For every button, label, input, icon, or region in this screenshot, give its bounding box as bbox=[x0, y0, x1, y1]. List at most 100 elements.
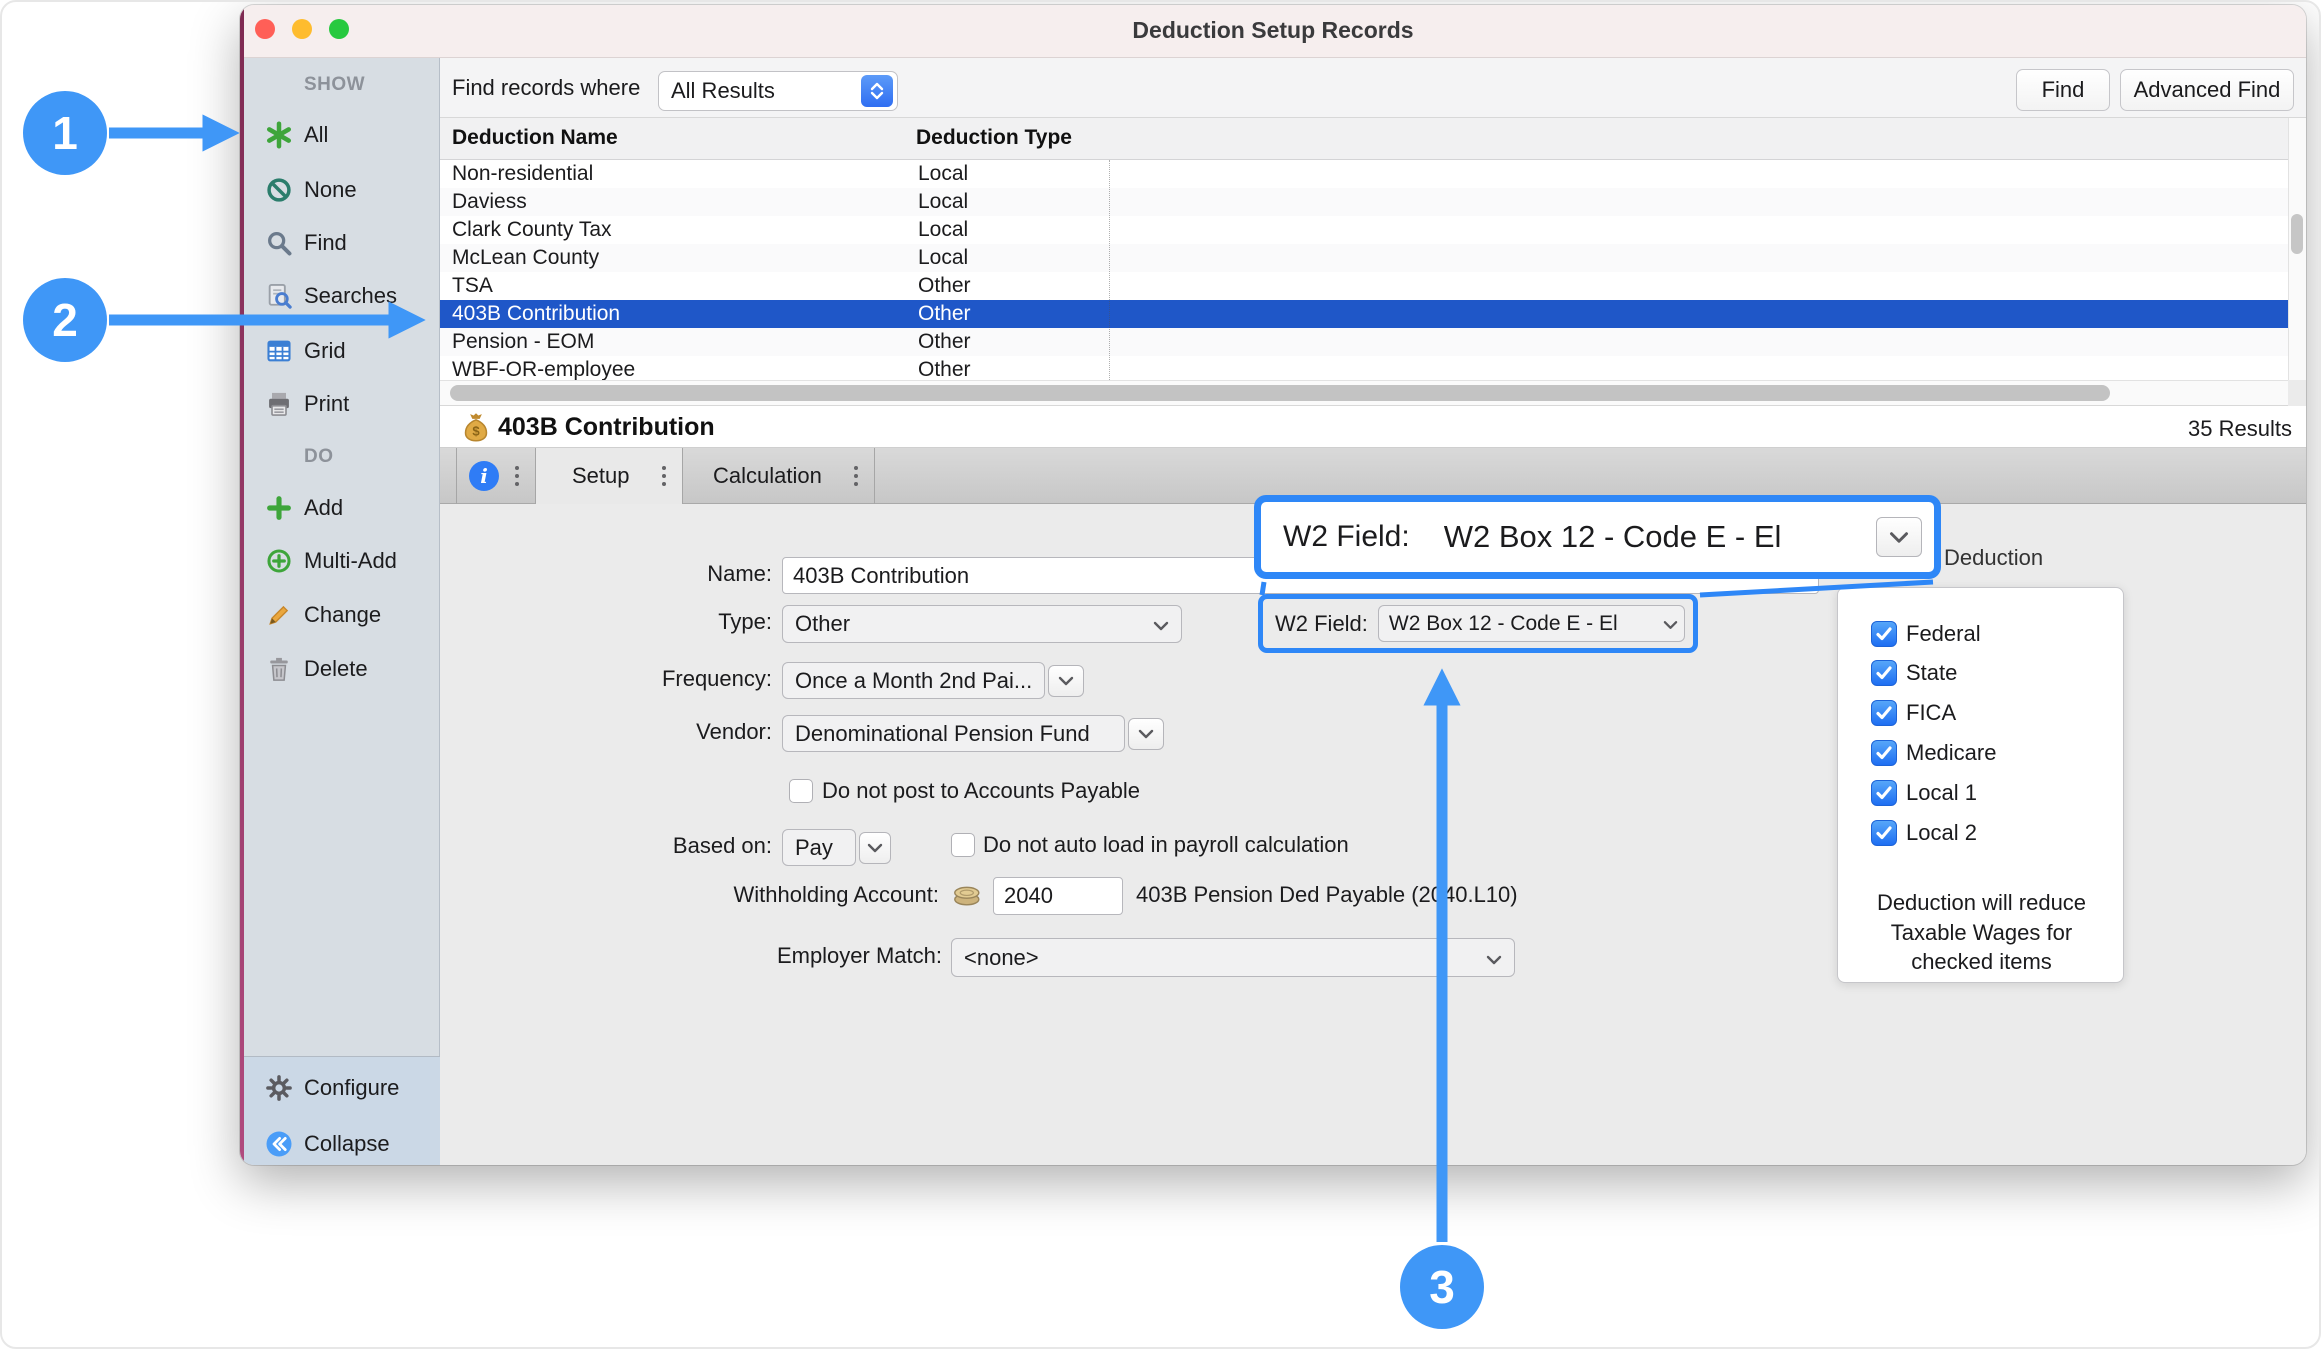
cell-deduction-name: McLean County bbox=[452, 244, 599, 272]
circle-slash-icon bbox=[262, 176, 296, 204]
tab-setup[interactable]: Setup bbox=[536, 448, 683, 504]
tax-item-label: FICA bbox=[1906, 700, 1956, 726]
window-title: Deduction Setup Records bbox=[240, 17, 2306, 44]
vertical-scrollbar-thumb[interactable] bbox=[2291, 214, 2303, 254]
sidebar-item-none[interactable]: None bbox=[240, 170, 440, 210]
checked-checkbox-icon[interactable] bbox=[1871, 621, 1897, 647]
tax-item-fica[interactable]: FICA bbox=[1871, 700, 1956, 726]
based-on-value: Pay bbox=[795, 835, 843, 861]
checked-checkbox-icon[interactable] bbox=[1871, 740, 1897, 766]
sidebar-item-grid[interactable]: Grid bbox=[240, 331, 440, 371]
tab-calculation-label: Calculation bbox=[713, 463, 822, 489]
find-button[interactable]: Find bbox=[2016, 69, 2110, 111]
sidebar-item-configure[interactable]: Configure bbox=[240, 1068, 440, 1108]
cell-deduction-type: Other bbox=[918, 300, 971, 328]
sidebar-item-label: Print bbox=[304, 391, 349, 417]
table-row[interactable]: TSAOther bbox=[440, 272, 2288, 300]
cell-deduction-name: 403B Contribution bbox=[452, 300, 620, 328]
based-on-label: Based on: bbox=[532, 833, 772, 859]
table-row[interactable]: WBF-OR-employeeOther bbox=[440, 356, 2288, 380]
table-row[interactable]: Pension - EOM Other bbox=[440, 328, 2288, 356]
tax-item-label: Local 2 bbox=[1906, 820, 1977, 846]
w2-field-highlight: W2 Field: W2 Box 12 - Code E - El bbox=[1258, 594, 1698, 653]
type-dropdown[interactable]: Other bbox=[782, 605, 1182, 643]
vendor-chevron-button[interactable] bbox=[1128, 718, 1164, 750]
chevron-down-icon bbox=[1663, 612, 1678, 636]
segment-menu-dots-icon[interactable] bbox=[662, 474, 666, 478]
cell-deduction-name: Pension - EOM bbox=[452, 328, 594, 356]
tax-item-state[interactable]: State bbox=[1871, 660, 1957, 686]
coins-icon[interactable] bbox=[950, 879, 986, 914]
segment-menu-dots-icon[interactable] bbox=[854, 474, 858, 478]
results-filter-dropdown[interactable]: All Results bbox=[658, 71, 898, 111]
cell-deduction-name: Clark County Tax bbox=[452, 216, 612, 244]
w2-field-dropdown[interactable]: W2 Box 12 - Code E - El bbox=[1378, 605, 1685, 642]
sidebar-item-label: Multi-Add bbox=[304, 548, 397, 574]
sidebar-item-print[interactable]: Print bbox=[240, 384, 440, 424]
frequency-dropdown[interactable]: Once a Month 2nd Pai... bbox=[782, 662, 1045, 699]
table-row[interactable]: McLean CountyLocal bbox=[440, 244, 2288, 272]
advanced-find-button[interactable]: Advanced Find bbox=[2120, 69, 2294, 111]
record-header-bar: $ 403B Contribution 35 Results bbox=[440, 406, 2306, 448]
sidebar-item-multi-add[interactable]: Multi-Add bbox=[240, 541, 440, 581]
frequency-chevron-button[interactable] bbox=[1048, 665, 1084, 697]
column-header-deduction-type[interactable]: Deduction Type bbox=[916, 126, 1072, 150]
sidebar-item-collapse[interactable]: Collapse bbox=[240, 1124, 440, 1164]
vendor-value: Denominational Pension Fund bbox=[795, 721, 1112, 747]
table-row[interactable]: Non-residentialLocal bbox=[440, 160, 2288, 188]
tax-item-federal[interactable]: Federal bbox=[1871, 621, 1981, 647]
table-row-selected[interactable]: 403B Contribution Other bbox=[440, 300, 2288, 328]
withholding-account-description: 403B Pension Ded Payable (2040.L10) bbox=[1136, 882, 1518, 908]
trash-icon bbox=[262, 655, 296, 683]
sidebar-item-label: Grid bbox=[304, 338, 346, 364]
vendor-dropdown[interactable]: Denominational Pension Fund bbox=[782, 715, 1125, 752]
sidebar: SHOW All None Find Searches Grid bbox=[240, 58, 440, 1165]
checked-checkbox-icon[interactable] bbox=[1871, 820, 1897, 846]
sidebar-do-label: DO bbox=[304, 446, 334, 468]
table-header: Deduction Name Deduction Type bbox=[440, 118, 2306, 160]
sidebar-item-all[interactable]: All bbox=[240, 115, 440, 155]
cell-deduction-name: WBF-OR-employee bbox=[452, 356, 635, 380]
grid-icon bbox=[262, 337, 296, 365]
horizontal-scrollbar-thumb[interactable] bbox=[450, 385, 2110, 401]
table-row[interactable]: Clark County TaxLocal bbox=[440, 216, 2288, 244]
checked-checkbox-icon[interactable] bbox=[1871, 780, 1897, 806]
tab-calculation[interactable]: Calculation bbox=[683, 448, 875, 504]
saved-search-icon bbox=[262, 282, 296, 310]
info-icon[interactable]: i bbox=[469, 461, 499, 491]
sidebar-item-add[interactable]: Add bbox=[240, 488, 440, 528]
sidebar-item-label: Find bbox=[304, 230, 347, 256]
sidebar-item-find[interactable]: Find bbox=[240, 223, 440, 263]
tax-item-local-2[interactable]: Local 2 bbox=[1871, 820, 1977, 846]
vendor-label: Vendor: bbox=[532, 719, 772, 745]
pencil-icon bbox=[262, 601, 296, 629]
tax-item-label: Medicare bbox=[1906, 740, 1996, 766]
tax-item-local-1[interactable]: Local 1 bbox=[1871, 780, 1977, 806]
checked-checkbox-icon[interactable] bbox=[1871, 660, 1897, 686]
sidebar-item-searches[interactable]: Searches bbox=[240, 276, 440, 316]
do-not-post-ap-checkbox[interactable] bbox=[789, 779, 813, 803]
sidebar-item-label: All bbox=[304, 122, 328, 148]
tax-item-medicare[interactable]: Medicare bbox=[1871, 740, 1996, 766]
auto-load-checkbox[interactable] bbox=[951, 833, 975, 857]
taxable-wages-panel: Federal State FICA Medicare Local 1 Loca… bbox=[1837, 587, 2124, 983]
checked-checkbox-icon[interactable] bbox=[1871, 700, 1897, 726]
w2-zoom-label: W2 Field: bbox=[1283, 520, 1410, 554]
collapse-icon bbox=[262, 1129, 296, 1159]
employer-match-dropdown[interactable]: <none> bbox=[951, 938, 1515, 977]
sidebar-item-label: Searches bbox=[304, 283, 397, 309]
printer-icon bbox=[262, 390, 296, 418]
table-row[interactable]: DaviessLocal bbox=[440, 188, 2288, 216]
record-title: 403B Contribution bbox=[498, 413, 715, 442]
cell-deduction-name: Daviess bbox=[452, 188, 527, 216]
based-on-chevron-button[interactable] bbox=[859, 832, 891, 864]
sidebar-item-delete[interactable]: Delete bbox=[240, 649, 440, 689]
withholding-account-input[interactable]: 2040 bbox=[993, 877, 1123, 915]
tax-item-label: Local 1 bbox=[1906, 780, 1977, 806]
based-on-dropdown[interactable]: Pay bbox=[782, 829, 856, 866]
sidebar-footer: Configure Collapse bbox=[240, 1056, 440, 1165]
cell-deduction-type: Other bbox=[918, 328, 971, 356]
sidebar-item-change[interactable]: Change bbox=[240, 595, 440, 635]
segment-menu-dots-icon[interactable] bbox=[515, 474, 519, 478]
column-header-deduction-name[interactable]: Deduction Name bbox=[452, 126, 618, 150]
